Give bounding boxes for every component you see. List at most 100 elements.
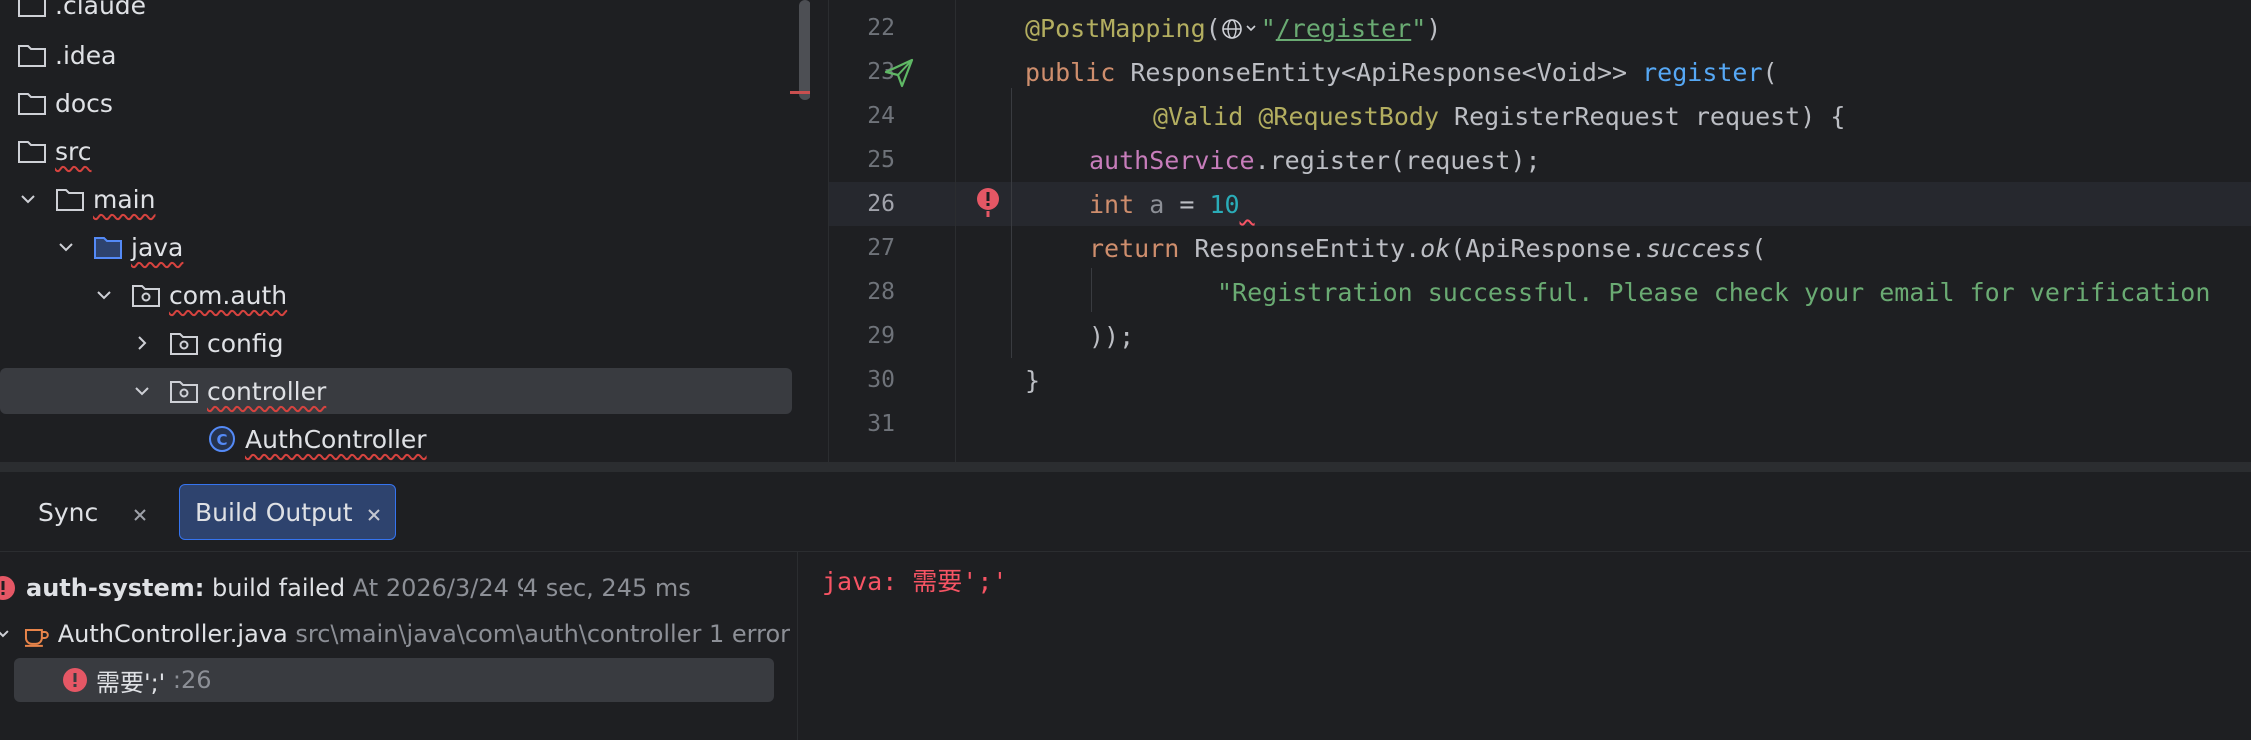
build-console-output[interactable]: java: 需要';'	[822, 562, 1007, 598]
build-root-row[interactable]: auth-system: build failed At 2026/3/24 9…	[0, 566, 780, 610]
code-token: public	[1025, 58, 1116, 87]
tree-item-label: main	[93, 184, 156, 214]
code-token: 10	[1209, 190, 1240, 219]
line-number: 29	[867, 323, 895, 349]
folder-icon	[17, 40, 47, 70]
code-token: @RequestBody	[1258, 102, 1439, 131]
code-line-28: "Registration successful. Please check y…	[1217, 278, 2210, 307]
code-line-30: }	[1025, 366, 1040, 395]
globe-icon[interactable]	[1221, 17, 1261, 41]
package-icon	[169, 376, 199, 406]
code-token: ResponseEntity.	[1179, 234, 1421, 263]
code-token: .register(request);	[1254, 146, 1541, 175]
project-tree: .claude .idea docs src main java com.aut…	[0, 0, 810, 462]
missing-semicolon-marker	[1240, 190, 1255, 219]
tree-item-com-auth[interactable]: com.auth	[0, 272, 792, 318]
code-line-25: authService.register(request);	[1089, 146, 1541, 175]
tree-item-java[interactable]: java	[0, 224, 792, 270]
chevron-down-icon[interactable]	[54, 235, 78, 259]
line-number: 27	[867, 235, 895, 261]
file-path: src\main\java\com\auth\controller	[295, 620, 702, 648]
line-number: 30	[867, 367, 895, 393]
chevron-down-icon[interactable]	[92, 283, 116, 307]
error-icon	[0, 576, 15, 600]
tree-item-claude[interactable]: .claude	[0, 0, 792, 28]
line-number: 25	[867, 147, 895, 173]
build-tree: auth-system: build failed At 2026/3/24 9…	[0, 552, 798, 740]
code-line-29: ));	[1089, 322, 1134, 351]
code-line-27: return ResponseEntity.ok(ApiResponse.suc…	[1089, 234, 1766, 263]
tree-item-label: java	[131, 232, 184, 262]
project-name: auth-system:	[26, 574, 205, 602]
tree-item-idea[interactable]: .idea	[0, 32, 792, 78]
folder-icon	[17, 0, 47, 20]
tree-item-label: .idea	[55, 40, 117, 70]
tree-item-main[interactable]: main	[0, 176, 792, 222]
send-request-icon[interactable]	[882, 56, 916, 90]
code-token: (	[1205, 14, 1221, 43]
tab-sync[interactable]: Sync	[38, 484, 158, 540]
tree-item-label: config	[207, 328, 284, 358]
package-icon	[131, 280, 161, 310]
panel-splitter[interactable]	[0, 462, 2251, 472]
code-token: "	[1260, 14, 1276, 43]
code-token: a	[1149, 190, 1165, 219]
code-token: }	[1025, 366, 1041, 395]
indent-guide	[1091, 268, 1092, 312]
file-name: AuthController.java	[57, 620, 288, 648]
tree-scrollbar[interactable]	[799, 0, 810, 100]
tree-item-controller[interactable]: controller	[0, 368, 792, 414]
code-token: "Registration successful. Please check y…	[1217, 278, 2211, 307]
chevron-right-icon[interactable]	[130, 331, 154, 355]
tree-item-label: com.auth	[169, 280, 288, 310]
tree-item-authcontroller[interactable]: C AuthController	[0, 416, 792, 462]
url-link[interactable]: /register	[1276, 14, 1411, 43]
code-token: @PostMapping	[1025, 14, 1206, 43]
error-marker-icon[interactable]	[975, 186, 1001, 220]
svg-text:C: C	[216, 431, 227, 449]
code-token: register	[1642, 58, 1763, 87]
tab-build-output[interactable]: Build Output	[179, 484, 396, 540]
chevron-down-icon[interactable]	[0, 627, 10, 641]
tab-label: Sync	[38, 497, 99, 527]
error-line: :26	[172, 666, 212, 694]
tree-item-label: AuthController	[245, 424, 427, 454]
current-line-highlight	[829, 182, 2251, 226]
close-icon[interactable]	[364, 502, 384, 522]
error-icon	[63, 668, 87, 692]
close-icon[interactable]	[130, 502, 150, 522]
line-number: 24	[867, 103, 895, 129]
code-line-24: @Valid @RequestBody RegisterRequest requ…	[1153, 102, 1845, 131]
tree-item-label: src	[55, 136, 92, 166]
code-token: =	[1164, 190, 1210, 219]
folder-icon	[17, 136, 47, 166]
tree-item-config[interactable]: config	[0, 320, 792, 366]
build-file-row[interactable]: AuthController.java src\main\java\com\au…	[0, 612, 790, 656]
code-token: ok	[1420, 234, 1451, 263]
folder-icon	[17, 88, 47, 118]
line-number: 31	[867, 411, 895, 437]
error-count: 1 error	[709, 620, 790, 648]
chevron-down-icon[interactable]	[130, 379, 154, 403]
tree-item-label: .claude	[55, 0, 147, 20]
tab-label: Build Output	[195, 497, 353, 527]
build-error-row[interactable]: 需要';' :26	[14, 658, 774, 702]
error-message: 需要';'	[96, 668, 166, 697]
tree-item-src[interactable]: src	[0, 128, 792, 174]
folder-icon	[55, 184, 85, 214]
code-token: @Valid	[1153, 102, 1244, 131]
chevron-down-icon[interactable]	[16, 187, 40, 211]
code-token: (	[1751, 234, 1767, 263]
code-editor[interactable]: 22 23 24 25 26 27 28 29 30 31 @PostMappi…	[828, 0, 2251, 462]
package-icon	[169, 328, 199, 358]
tree-item-docs[interactable]: docs	[0, 80, 792, 126]
build-tool-window: Sync Build Output auth-system: build fai…	[0, 472, 2251, 740]
code-token: (ApiResponse.	[1450, 234, 1646, 263]
code-token: RegisterRequest request) {	[1439, 102, 1846, 131]
line-number: 26	[867, 191, 895, 217]
class-icon: C	[207, 424, 237, 454]
tree-item-label: controller	[207, 376, 327, 406]
code-token: (	[1762, 58, 1778, 87]
java-file-icon	[24, 629, 49, 647]
gutter-divider	[955, 0, 956, 462]
